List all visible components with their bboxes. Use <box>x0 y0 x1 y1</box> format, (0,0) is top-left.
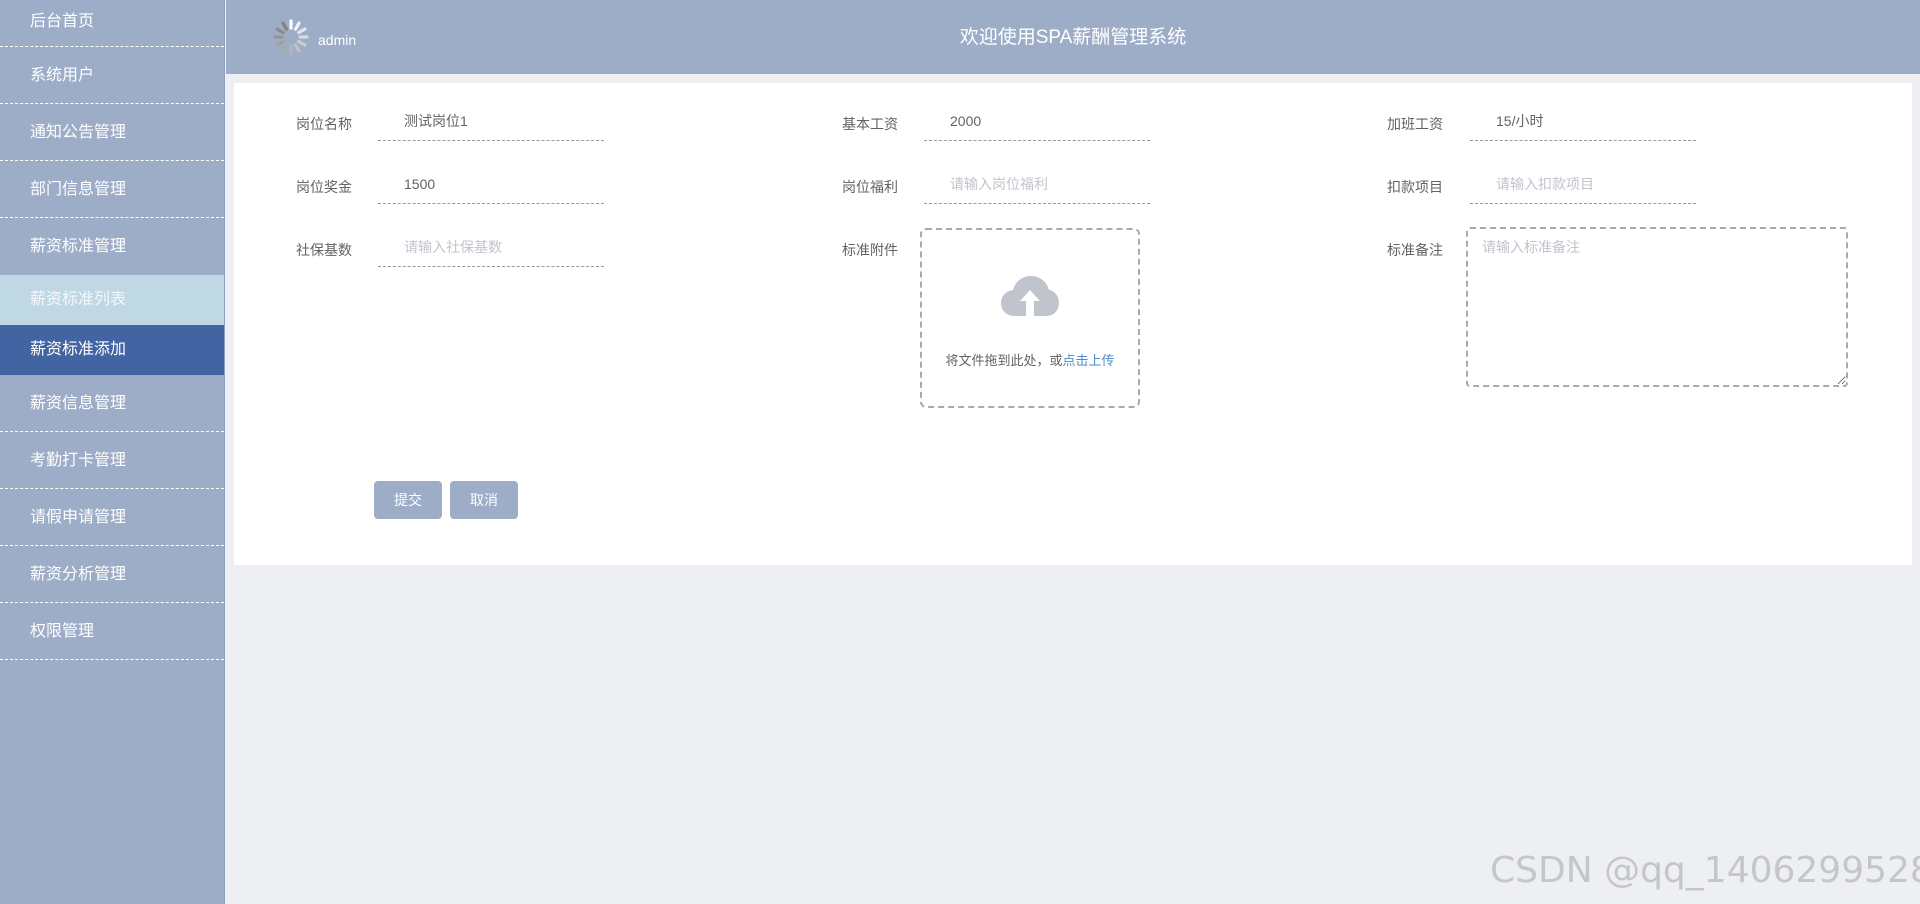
sidebar: 后台首页 系统用户 通知公告管理 部门信息管理 薪资标准管理 薪资标准列表 薪资… <box>0 0 225 904</box>
sidebar-item-notice-management[interactable]: 通知公告管理 <box>0 104 224 161</box>
sidebar-item-salary-info-management[interactable]: 薪资信息管理 <box>0 375 224 432</box>
deduction-item-label: 扣款项目 <box>1387 179 1443 195</box>
salary-standard-form: 岗位名称 基本工资 加班工资 岗位奖金 岗位福利 扣款项目 社保基数 标准附件 … <box>234 83 1912 565</box>
submit-button[interactable]: 提交 <box>374 481 442 519</box>
base-salary-label: 基本工资 <box>842 116 898 132</box>
sidebar-subitem-salary-standard-add[interactable]: 薪资标准添加 <box>0 325 224 375</box>
sidebar-item-leave-request-management[interactable]: 请假申请管理 <box>0 489 224 546</box>
top-header: admin 欢迎使用SPA薪酬管理系统 <box>226 0 1920 74</box>
upload-hint-text: 将文件拖到此处，或 <box>945 353 1063 368</box>
sidebar-item-permission-management[interactable]: 权限管理 <box>0 603 224 660</box>
overtime-pay-input[interactable] <box>1470 101 1696 141</box>
position-welfare-label: 岗位福利 <box>842 179 898 195</box>
click-upload-link[interactable]: 点击上传 <box>1063 353 1115 368</box>
sidebar-item-department-management[interactable]: 部门信息管理 <box>0 161 224 218</box>
page-title: 欢迎使用SPA薪酬管理系统 <box>959 27 1187 48</box>
standard-note-label: 标准备注 <box>1387 242 1443 258</box>
social-security-base-input[interactable] <box>378 227 604 267</box>
position-welfare-input[interactable] <box>924 164 1150 204</box>
position-bonus-input[interactable] <box>378 164 604 204</box>
overtime-pay-label: 加班工资 <box>1387 116 1443 132</box>
position-bonus-label: 岗位奖金 <box>296 179 352 195</box>
social-security-base-label: 社保基数 <box>296 242 352 258</box>
position-name-input[interactable] <box>378 101 604 141</box>
standard-attachment-label: 标准附件 <box>842 242 898 258</box>
deduction-item-input[interactable] <box>1470 164 1696 204</box>
cancel-button[interactable]: 取消 <box>450 481 518 519</box>
sidebar-item-home[interactable]: 后台首页 <box>0 0 224 47</box>
sidebar-item-salary-analysis-management[interactable]: 薪资分析管理 <box>0 546 224 603</box>
base-salary-input[interactable] <box>924 101 1150 141</box>
watermark-text: CSDN @qq_1406299528 <box>1490 850 1920 891</box>
standard-note-textarea[interactable] <box>1466 227 1848 387</box>
sidebar-item-attendance-management[interactable]: 考勤打卡管理 <box>0 432 224 489</box>
sidebar-item-salary-standard-management[interactable]: 薪资标准管理 <box>0 218 224 275</box>
sidebar-item-system-users[interactable]: 系统用户 <box>0 47 224 104</box>
sidebar-subitem-salary-standard-list[interactable]: 薪资标准列表 <box>0 275 224 325</box>
file-upload-dropzone[interactable]: 将文件拖到此处，或点击上传 <box>920 228 1140 408</box>
position-name-label: 岗位名称 <box>296 116 352 132</box>
cloud-upload-icon <box>1000 274 1060 325</box>
